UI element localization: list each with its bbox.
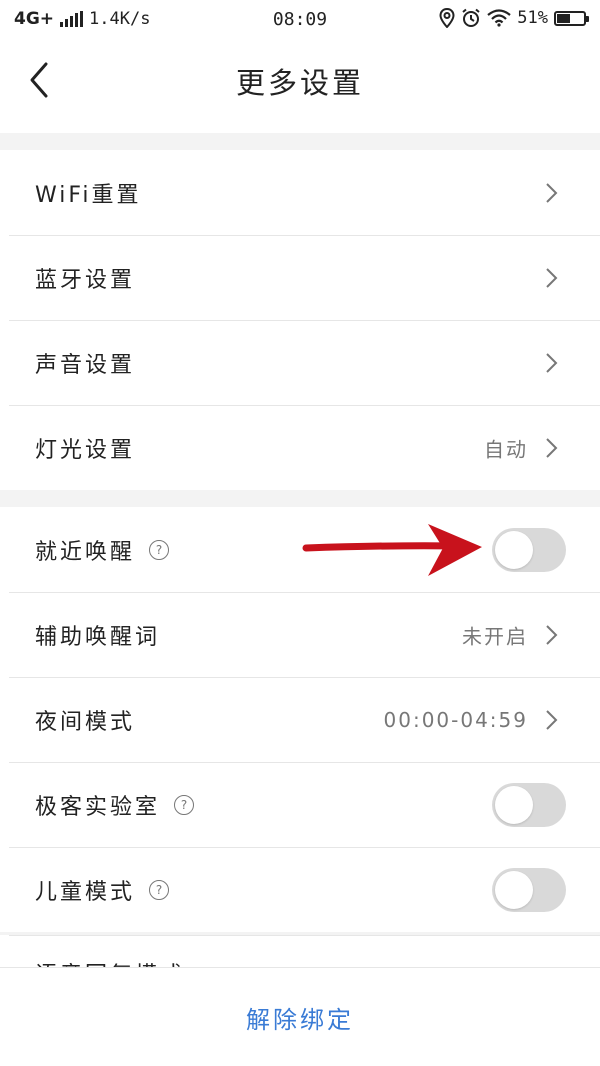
row-label: 极客实验室 ?	[35, 789, 195, 821]
location-icon	[439, 8, 455, 28]
row-label: 声音设置	[35, 352, 136, 378]
alarm-icon	[462, 8, 480, 27]
row-label-text: 儿童模式	[35, 879, 136, 905]
row-assist-wake-word[interactable]: 辅助唤醒词 未开启	[0, 592, 600, 677]
row-kids-mode: 儿童模式 ?	[0, 847, 600, 932]
status-bar: 4G+ 1.4K/s 08:09 51%	[0, 0, 600, 40]
row-night-mode[interactable]: 夜间模式 00:00-04:59	[0, 677, 600, 762]
wifi-icon	[487, 9, 511, 27]
page-title: 更多设置	[235, 66, 364, 100]
geek-lab-toggle[interactable]	[492, 782, 566, 827]
chevron-right-icon	[546, 267, 558, 288]
help-icon[interactable]: ?	[174, 794, 195, 815]
toggle-knob	[495, 870, 533, 909]
row-label: 儿童模式 ?	[35, 874, 170, 906]
toggle-knob	[495, 785, 533, 824]
chevron-right-icon	[546, 624, 558, 645]
unbind-button[interactable]: 解除绑定	[0, 1000, 600, 1035]
row-label: 就近唤醒 ?	[35, 534, 170, 566]
row-label: 灯光设置	[35, 437, 136, 463]
nav-bar: 更多设置	[0, 40, 600, 133]
battery-fill	[557, 13, 570, 23]
kids-mode-toggle[interactable]	[492, 867, 566, 912]
row-label: WiFi重置	[35, 182, 142, 208]
settings-group-device: WiFi重置 蓝牙设置 声音设置 灯光设置 自动	[0, 150, 600, 490]
row-label: 蓝牙设置	[35, 267, 136, 293]
bottom-bar: 解除绑定	[0, 967, 600, 1066]
chevron-right-icon	[546, 437, 558, 458]
row-value: 未开启	[462, 624, 528, 648]
row-bluetooth-settings[interactable]: 蓝牙设置	[0, 235, 600, 320]
help-icon[interactable]: ?	[149, 539, 170, 560]
row-value: 自动	[484, 437, 528, 461]
row-geek-lab: 极客实验室 ?	[0, 762, 600, 847]
chevron-right-icon	[546, 182, 558, 203]
row-label-text: 就近唤醒	[35, 539, 136, 565]
row-label: 夜间模式	[35, 709, 136, 735]
battery-percent: 51%	[517, 8, 548, 28]
row-label-text: 极客实验室	[35, 794, 161, 820]
help-icon[interactable]: ?	[149, 879, 170, 900]
row-sound-settings[interactable]: 声音设置	[0, 320, 600, 405]
chevron-right-icon	[546, 352, 558, 373]
row-label: 辅助唤醒词	[35, 624, 161, 650]
toggle-knob	[495, 530, 533, 569]
status-right: 51%	[439, 8, 589, 28]
red-arrow-annotation	[302, 524, 482, 576]
row-value: 00:00-04:59	[383, 707, 528, 732]
nearby-wakeup-toggle[interactable]	[492, 527, 566, 572]
battery-icon	[554, 10, 589, 26]
row-wifi-reset[interactable]: WiFi重置	[0, 150, 600, 235]
row-light-settings[interactable]: 灯光设置 自动	[0, 405, 600, 490]
chevron-right-icon	[546, 709, 558, 730]
